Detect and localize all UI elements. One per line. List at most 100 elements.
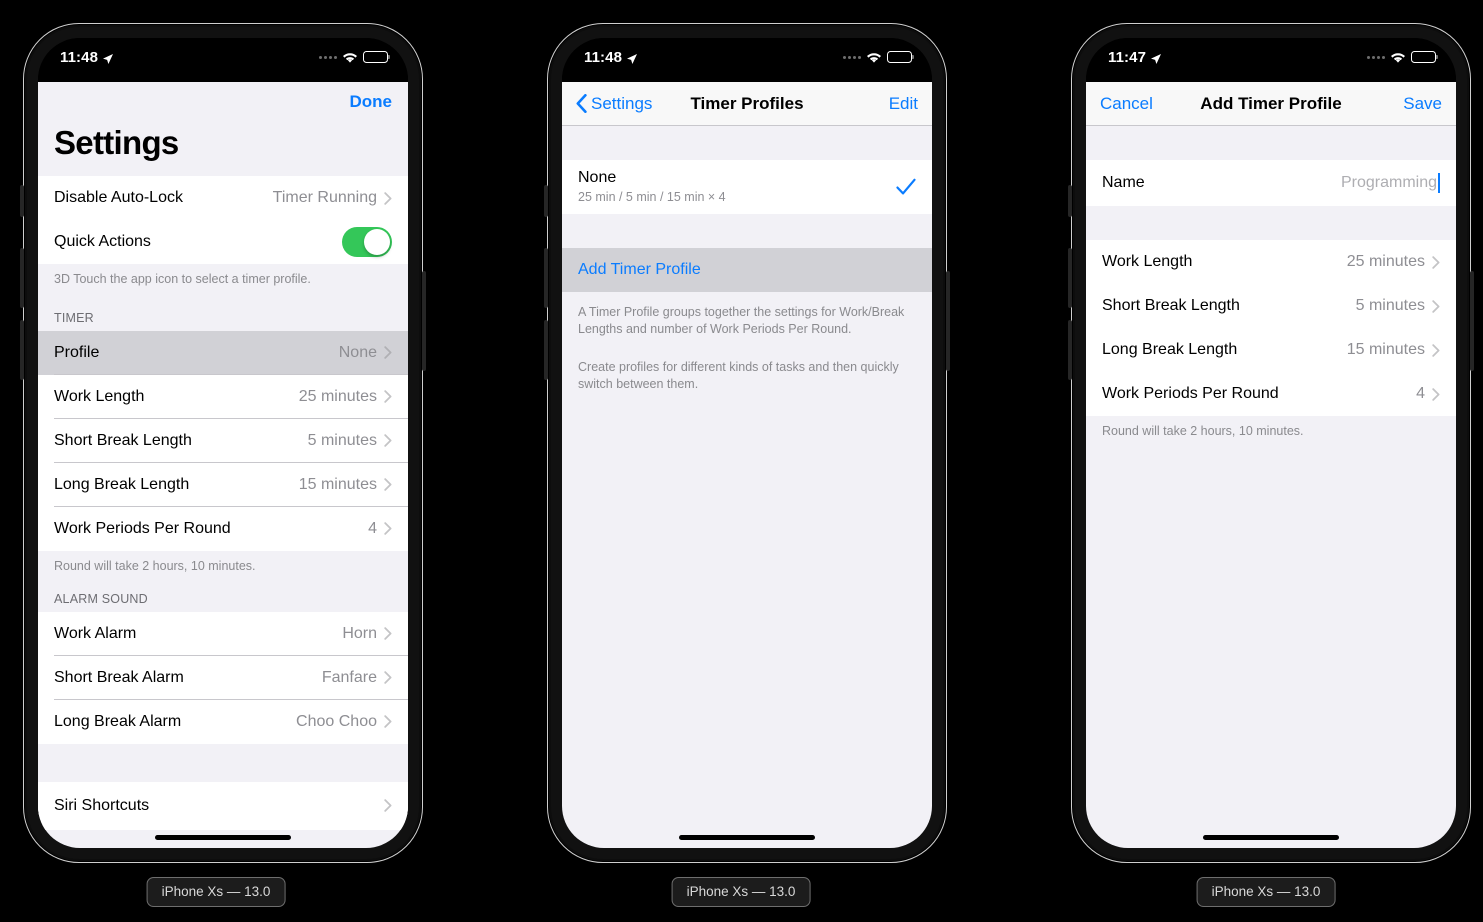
row-value: Fanfare — [321, 668, 377, 686]
save-button[interactable]: Save — [1403, 94, 1442, 114]
mute-switch-button-2[interactable] — [544, 185, 548, 217]
wifi-icon — [1390, 51, 1406, 63]
row-disable-auto-lock[interactable]: Disable Auto-Lock Timer Running — [38, 176, 408, 220]
row-value: 15 minutes — [1346, 341, 1425, 358]
power-button-1[interactable] — [422, 271, 426, 371]
location-arrow-icon — [1150, 52, 1162, 64]
location-arrow-icon — [626, 52, 638, 64]
cellular-dots-icon — [1367, 55, 1385, 59]
screen-3: 11:47 Cancel Add Timer Profile Save Name… — [1086, 38, 1456, 848]
round-duration-footnote: Round will take 2 hours, 10 minutes. — [1086, 416, 1456, 447]
row-label: Work Length — [1102, 253, 1193, 270]
wifi-icon — [342, 51, 358, 63]
add-timer-profile-button[interactable]: Add Timer Profile — [562, 248, 932, 292]
group-gap — [38, 743, 408, 782]
mute-switch-button-3[interactable] — [1068, 185, 1072, 217]
volume-up-button-1[interactable] — [20, 248, 24, 308]
row-label: Long Break Length — [54, 475, 190, 493]
profiles-footnote-1: A Timer Profile groups together the sett… — [562, 292, 932, 345]
battery-icon — [1411, 51, 1439, 63]
volume-up-button-2[interactable] — [544, 248, 548, 308]
volume-down-button-3[interactable] — [1068, 320, 1072, 380]
name-input[interactable]: Programming — [1341, 173, 1440, 193]
group-gap-top-3 — [1086, 126, 1456, 160]
chevron-right-icon — [384, 478, 392, 492]
screen-1: 11:48 Done Settings Disable Auto-Lock Ti… — [38, 38, 408, 848]
group-gap-mid — [562, 214, 932, 248]
row-label: Profile — [54, 343, 100, 361]
modal-header-1: Done Settings — [38, 82, 408, 176]
volume-down-button-1[interactable] — [20, 320, 24, 380]
row-label: Work Periods Per Round — [54, 519, 231, 537]
name-group: Name Programming — [1086, 160, 1456, 206]
chevron-right-icon — [384, 671, 392, 685]
chevron-right-icon — [1432, 387, 1440, 401]
chevron-right-icon — [1432, 343, 1440, 357]
power-button-2[interactable] — [946, 271, 950, 371]
screenshot-canvas: 11:48 Done Settings Disable Auto-Lock Ti… — [0, 0, 1483, 922]
status-time-3: 11:47 — [1108, 49, 1162, 66]
row-long-break-alarm[interactable]: Long Break Alarm Choo Choo — [38, 699, 408, 744]
row-short-break-length[interactable]: Short Break Length 5 minutes — [1086, 284, 1456, 328]
row-value: 5 minutes — [1355, 297, 1425, 314]
battery-icon — [887, 51, 915, 63]
device-phone-3: 11:47 Cancel Add Timer Profile Save Name… — [1068, 23, 1474, 863]
status-bar-2: 11:48 — [562, 38, 932, 82]
row-siri-shortcuts[interactable]: Siri Shortcuts — [38, 781, 408, 830]
page-title: Settings — [54, 124, 179, 161]
section-header-alarm-sound: ALARM SOUND — [38, 581, 408, 612]
quick-actions-toggle[interactable] — [342, 227, 392, 257]
notch-2 — [665, 38, 829, 68]
mute-switch-button-1[interactable] — [20, 185, 24, 217]
status-time-label-1: 11:48 — [60, 49, 99, 66]
text-cursor — [1438, 173, 1440, 193]
modal-toolbar-1: Done — [54, 82, 393, 122]
cellular-dots-icon — [319, 55, 337, 59]
chevron-right-icon — [384, 799, 392, 813]
profile-detail: 25 min / 5 min / 15 min × 4 — [578, 190, 726, 204]
row-work-length[interactable]: Work Length 25 minutes — [38, 374, 408, 419]
cellular-dots-icon — [843, 55, 861, 59]
row-long-break-length[interactable]: Long Break Length 15 minutes — [1086, 328, 1456, 372]
row-quick-actions[interactable]: Quick Actions — [38, 220, 408, 264]
back-button[interactable]: Settings — [576, 94, 652, 114]
row-label: Short Break Length — [54, 431, 192, 449]
device-caption-1: iPhone Xs — 13.0 — [146, 877, 286, 907]
done-button[interactable]: Done — [350, 92, 393, 112]
row-name[interactable]: Name Programming — [1086, 160, 1456, 206]
back-button-label: Settings — [591, 93, 653, 113]
power-button-3[interactable] — [1470, 271, 1474, 371]
row-work-periods-per-round[interactable]: Work Periods Per Round 4 — [1086, 372, 1456, 416]
edit-button[interactable]: Edit — [889, 94, 918, 114]
row-label: Short Break Length — [1102, 297, 1240, 314]
row-work-length[interactable]: Work Length 25 minutes — [1086, 240, 1456, 284]
row-long-break-length[interactable]: Long Break Length 15 minutes — [38, 462, 408, 507]
row-work-periods-per-round[interactable]: Work Periods Per Round 4 — [38, 506, 408, 551]
volume-up-button-3[interactable] — [1068, 248, 1072, 308]
group-gap-top — [562, 126, 932, 160]
volume-down-button-2[interactable] — [544, 320, 548, 380]
quick-actions-footnote: 3D Touch the app icon to select a timer … — [38, 264, 408, 295]
profile-name: None — [578, 169, 617, 186]
list-item-profile-none[interactable]: None 25 min / 5 min / 15 min × 4 — [562, 160, 932, 214]
home-indicator-3[interactable] — [1203, 835, 1339, 840]
name-input-placeholder: Programming — [1340, 174, 1437, 191]
toggle-knob — [364, 229, 390, 255]
status-time-label-3: 11:47 — [1108, 49, 1147, 66]
row-short-break-alarm[interactable]: Short Break Alarm Fanfare — [38, 655, 408, 700]
status-indicators-1 — [319, 51, 391, 63]
chevron-right-icon — [384, 191, 392, 205]
row-work-alarm[interactable]: Work Alarm Horn — [38, 611, 408, 656]
status-indicators-3 — [1367, 51, 1439, 63]
cancel-button[interactable]: Cancel — [1100, 94, 1153, 114]
chevron-right-icon — [1432, 299, 1440, 313]
app-content-3: Cancel Add Timer Profile Save Name Progr… — [1086, 82, 1456, 848]
row-profile[interactable]: Profile None — [38, 330, 408, 375]
row-label: Quick Actions — [54, 233, 151, 250]
row-label: Name — [1102, 174, 1145, 191]
screen-2: 11:48 Settings Timer Profiles Edit None … — [562, 38, 932, 848]
home-indicator-1[interactable] — [155, 835, 291, 840]
home-indicator-2[interactable] — [679, 835, 815, 840]
row-short-break-length[interactable]: Short Break Length 5 minutes — [38, 418, 408, 463]
notch-1 — [141, 38, 305, 68]
